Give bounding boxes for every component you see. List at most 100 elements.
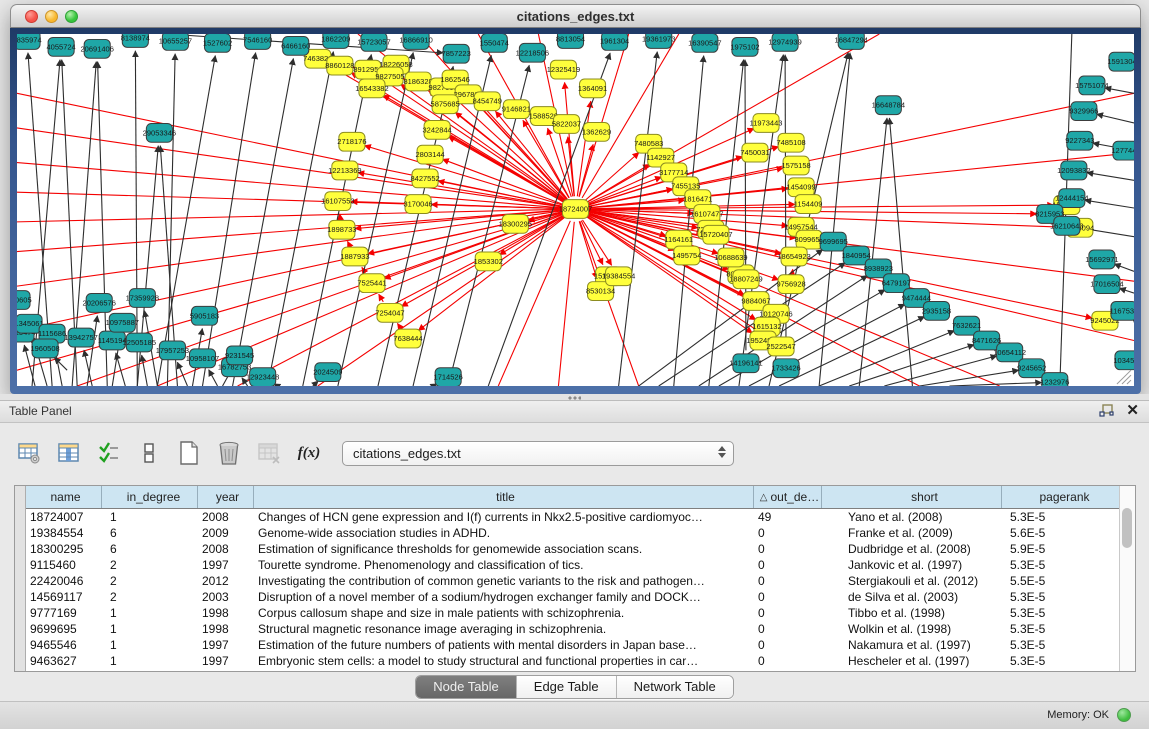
network-node[interactable]: 1527602 xyxy=(203,34,232,52)
network-edge[interactable] xyxy=(884,356,997,386)
network-edge[interactable] xyxy=(582,220,611,266)
network-node[interactable]: 16107553 xyxy=(321,192,354,211)
table-cell[interactable]: 2008 xyxy=(198,509,254,525)
network-edge[interactable] xyxy=(397,323,400,328)
table-cell[interactable]: de Silva et al. (2003) xyxy=(822,589,1002,605)
network-node[interactable]: 9227343 xyxy=(1065,131,1094,150)
close-panel-icon[interactable]: ✕ xyxy=(1126,403,1139,419)
network-node[interactable]: 1898733 xyxy=(327,220,356,239)
network-node[interactable]: 1975102 xyxy=(730,37,759,56)
network-node[interactable]: 12974939 xyxy=(768,34,801,51)
table-cell[interactable]: Tibbo et al. (1998) xyxy=(822,605,1002,621)
table-cell[interactable]: 0 xyxy=(754,525,822,541)
table-cell[interactable]: 1 xyxy=(102,637,198,653)
network-node[interactable]: 11973443 xyxy=(750,114,783,133)
table-cell[interactable]: 14569117 xyxy=(26,589,102,605)
network-node[interactable]: 15720407 xyxy=(699,225,732,244)
table-cell[interactable]: 5.3E-5 xyxy=(1002,557,1119,573)
network-node[interactable]: 18807249 xyxy=(729,270,762,289)
table-cell[interactable]: 0 xyxy=(754,637,822,653)
table-cell[interactable]: Tourette syndrome. Phenomenology and cla… xyxy=(254,557,754,573)
network-edge[interactable] xyxy=(17,210,563,252)
network-node[interactable]: 9329966 xyxy=(1069,102,1098,121)
table-cell[interactable]: 2008 xyxy=(198,541,254,557)
network-edge[interactable] xyxy=(209,370,218,386)
table-cell[interactable]: 5.3E-5 xyxy=(1002,589,1119,605)
network-edge[interactable] xyxy=(1105,88,1134,94)
table-cell[interactable]: 18300295 xyxy=(26,541,102,557)
table-row[interactable]: 1872400712008Changes of HCN gene express… xyxy=(26,509,1119,525)
network-node[interactable]: 9245652 xyxy=(1017,359,1046,378)
network-node[interactable]: 1733426 xyxy=(771,359,800,378)
table-cell[interactable]: 5.3E-5 xyxy=(1002,637,1119,653)
network-node[interactable]: 1862209 xyxy=(321,34,350,48)
table-scrollbar[interactable] xyxy=(1119,486,1135,671)
table-cell[interactable]: 2 xyxy=(102,589,198,605)
table-cell[interactable]: 1998 xyxy=(198,621,254,637)
table-row[interactable]: 946362711997Embryonic stem cells: a mode… xyxy=(26,653,1119,669)
network-edge[interactable] xyxy=(238,215,564,386)
float-window-icon[interactable] xyxy=(1099,404,1114,418)
table-selector-dropdown[interactable]: citations_edges.txt xyxy=(342,441,734,466)
network-node[interactable]: 1961304 xyxy=(600,34,629,50)
table-cell[interactable]: 1 xyxy=(102,621,198,637)
table-row[interactable]: 911546021997Tourette syndrome. Phenomeno… xyxy=(26,557,1119,573)
column-header-pagerank[interactable]: pagerank xyxy=(1002,486,1119,508)
window-titlebar[interactable]: citations_edges.txt xyxy=(10,4,1141,28)
table-cell[interactable]: 6 xyxy=(102,541,198,557)
table-cell[interactable]: 9463627 xyxy=(26,653,102,669)
table-cell[interactable]: 0 xyxy=(754,589,822,605)
network-node[interactable]: 4055724 xyxy=(47,37,76,56)
network-edge[interactable] xyxy=(142,355,148,386)
network-edge[interactable] xyxy=(202,53,255,386)
table-cell[interactable]: 2009 xyxy=(198,525,254,541)
table-cell[interactable]: 49 xyxy=(754,509,822,525)
table-cell[interactable]: 9465546 xyxy=(26,637,102,653)
network-edge[interactable] xyxy=(233,59,294,386)
table-cell[interactable]: 18724007 xyxy=(26,509,102,525)
network-node[interactable]: 9756928 xyxy=(776,275,805,294)
network-node[interactable]: 1591304 xyxy=(1107,52,1134,71)
select-attributes-icon[interactable] xyxy=(94,438,124,468)
network-node[interactable]: 1495754 xyxy=(672,246,701,265)
table-cell[interactable]: Nakamura et al. (1997) xyxy=(822,637,1002,653)
network-node[interactable]: 8860128 xyxy=(325,56,354,75)
network-edge[interactable] xyxy=(318,216,565,386)
table-cell[interactable]: Embryonic stem cells: a model to study s… xyxy=(254,653,754,669)
table-cell[interactable]: Estimation of the future numbers of pati… xyxy=(254,637,754,653)
network-edge[interactable] xyxy=(418,217,565,331)
table-cell[interactable]: Investigating the contribution of common… xyxy=(254,573,754,589)
network-node[interactable]: 10975887 xyxy=(106,313,139,332)
network-node[interactable]: 10688639 xyxy=(714,248,747,267)
network-node[interactable]: 8138974 xyxy=(121,34,150,47)
network-node[interactable]: 15751074 xyxy=(1075,76,1108,95)
table-cell[interactable]: Yano et al. (2008) xyxy=(822,509,1002,525)
network-edge[interactable] xyxy=(1114,264,1134,271)
network-node[interactable]: 19361973 xyxy=(642,34,675,48)
network-node[interactable]: 15692971 xyxy=(1085,250,1118,269)
network-node[interactable]: 9231545 xyxy=(225,346,254,365)
network-node[interactable]: 5822037 xyxy=(552,115,581,134)
network-edge[interactable] xyxy=(268,52,334,386)
network-node[interactable]: 7546160 xyxy=(243,34,272,49)
network-node[interactable]: 18300295 xyxy=(499,214,532,233)
network-canvas[interactable]: 1872400774638228860128891295418226058982… xyxy=(17,34,1134,386)
table-cell[interactable]: 2003 xyxy=(198,589,254,605)
tab-network-table[interactable]: Network Table xyxy=(617,676,733,698)
column-header-year[interactable]: year xyxy=(198,486,254,508)
table-cell[interactable]: Disruption of a novel member of a sodium… xyxy=(254,589,754,605)
network-edge[interactable] xyxy=(1085,200,1134,208)
network-node[interactable]: 18724007 xyxy=(559,200,592,219)
network-node[interactable]: 19384554 xyxy=(602,267,635,286)
network-edge[interactable] xyxy=(587,34,880,203)
network-node[interactable]: 17016504 xyxy=(1090,275,1123,294)
table-cell[interactable]: 0 xyxy=(754,653,822,669)
table-cell[interactable]: 1997 xyxy=(198,557,254,573)
network-node[interactable]: 7525441 xyxy=(357,274,386,293)
network-node[interactable]: 2522547 xyxy=(766,337,795,356)
network-node[interactable]: 10655257 xyxy=(159,34,192,50)
network-node[interactable]: 3170046 xyxy=(403,195,432,214)
table-settings-icon[interactable] xyxy=(14,438,44,468)
network-edge[interactable] xyxy=(54,358,67,371)
network-node[interactable]: 1575158 xyxy=(781,156,810,175)
